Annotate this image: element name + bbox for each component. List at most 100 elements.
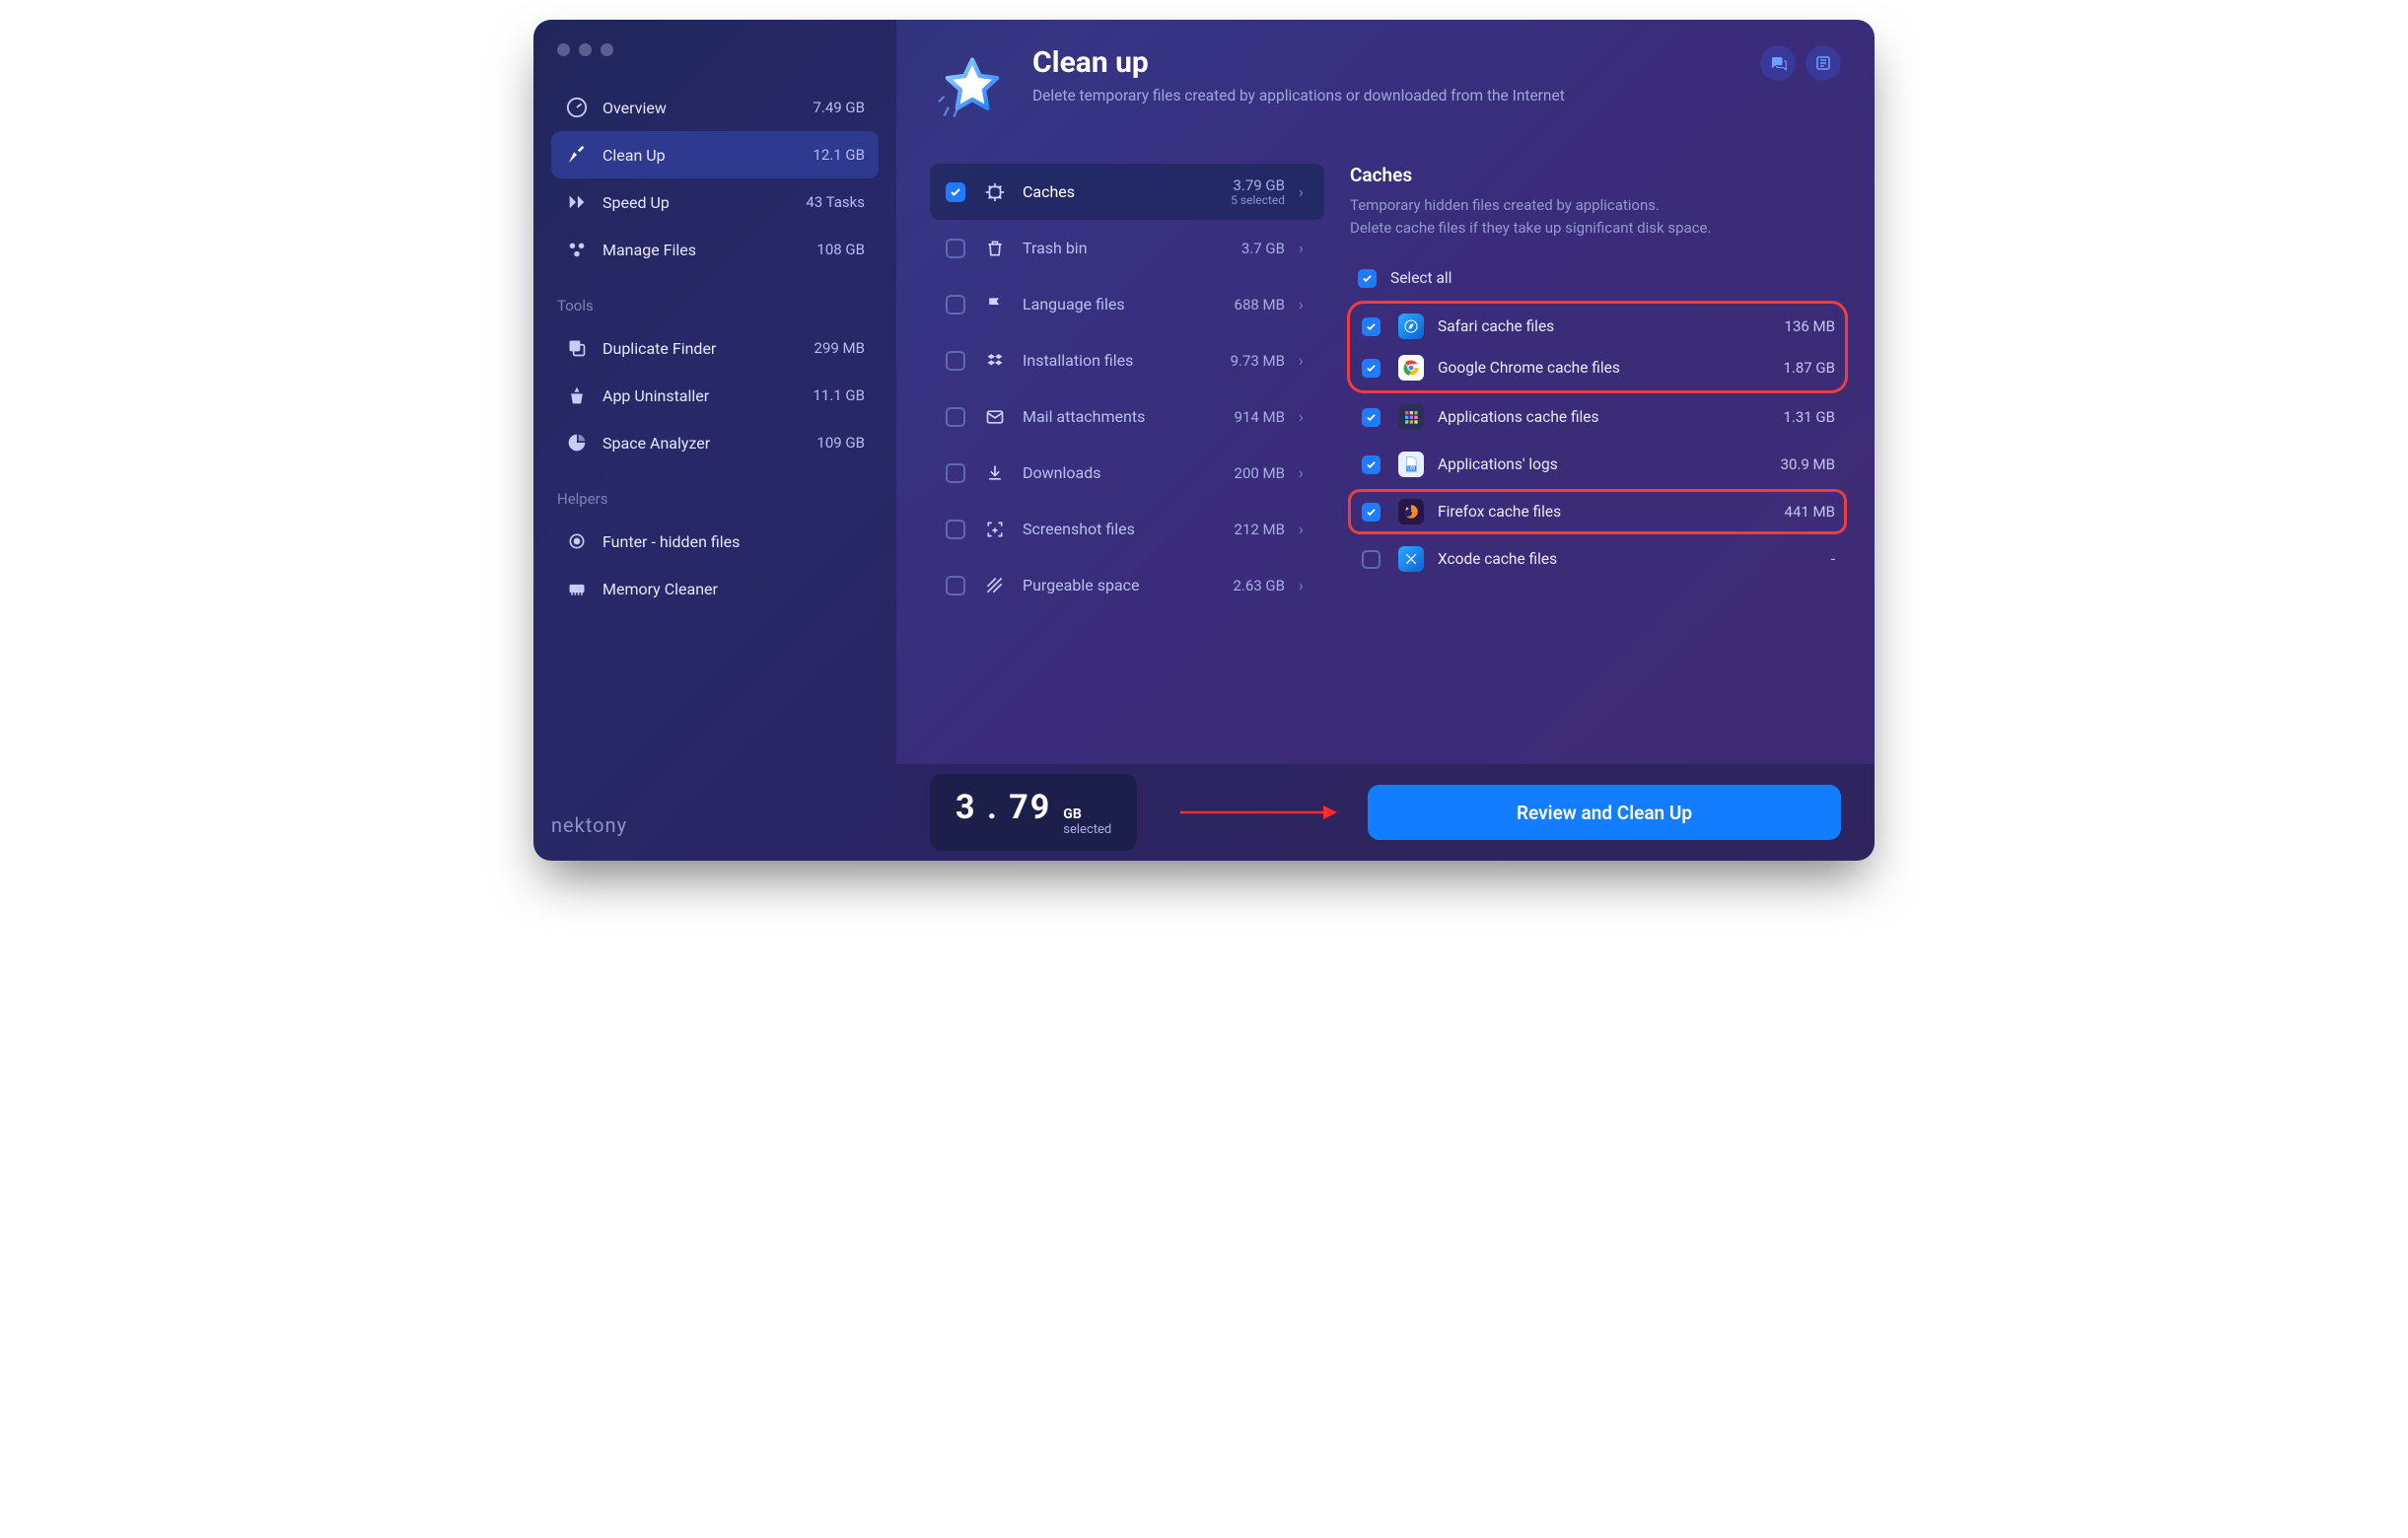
file-row-chrome[interactable]: Google Chrome cache files 1.87 GB	[1350, 347, 1845, 388]
detail-desc-line2: Delete cache files if they take up signi…	[1350, 217, 1845, 240]
traffic-minimize[interactable]	[579, 43, 592, 56]
sidebar-item-app-uninstaller[interactable]: App Uninstaller 11.1 GB	[551, 372, 879, 419]
category-label: Purgeable space	[1023, 576, 1140, 594]
flag-icon	[983, 293, 1007, 316]
traffic-zoom[interactable]	[601, 43, 613, 56]
chrome-icon	[1398, 355, 1424, 381]
checkbox[interactable]	[1362, 359, 1381, 378]
firefox-icon	[1398, 499, 1424, 524]
checkbox[interactable]	[946, 239, 965, 258]
category-screenshot[interactable]: Screenshot files 212 MB ›	[930, 501, 1324, 557]
category-installation[interactable]: Installation files 9.73 MB ›	[930, 332, 1324, 388]
sidebar-item-managefiles[interactable]: Manage Files 108 GB	[551, 226, 879, 273]
detail-pane: Caches Temporary hidden files created by…	[1350, 164, 1845, 764]
category-size: 688 MB	[1235, 296, 1285, 314]
category-caches[interactable]: Caches 3.79 GB5 selected ›	[930, 164, 1324, 220]
category-label: Caches	[1023, 182, 1075, 201]
news-button[interactable]	[1806, 45, 1841, 81]
category-size: 914 MB	[1235, 408, 1285, 426]
file-row-safari[interactable]: Safari cache files 136 MB	[1350, 306, 1845, 347]
footer: 3 . 79 GB selected Review and Clean Up	[896, 764, 1875, 861]
sidebar-label: Memory Cleaner	[602, 580, 718, 598]
file-row-xcode[interactable]: Xcode cache files -	[1350, 538, 1845, 580]
chevron-right-icon: ›	[1299, 295, 1309, 314]
sidebar-label: Speed Up	[602, 193, 670, 212]
safari-icon	[1398, 314, 1424, 339]
category-mail[interactable]: Mail attachments 914 MB ›	[930, 388, 1324, 445]
category-downloads[interactable]: Downloads 200 MB ›	[930, 445, 1324, 501]
chip-icon	[983, 180, 1007, 204]
sidebar-value: 43 Tasks	[806, 193, 865, 211]
category-purgeable[interactable]: Purgeable space 2.63 GB ›	[930, 557, 1324, 613]
page-header: Clean up Delete temporary files created …	[896, 20, 1875, 140]
category-trash[interactable]: Trash bin 3.7 GB ›	[930, 220, 1324, 276]
file-row-apps-logs[interactable]: LOG Applications' logs 30.9 MB	[1350, 444, 1845, 485]
sidebar-item-funter[interactable]: Funter - hidden files	[551, 518, 879, 565]
sidebar-item-overview[interactable]: Overview 7.49 GB	[551, 84, 879, 131]
file-size: 136 MB	[1785, 317, 1835, 335]
sidebar-item-speedup[interactable]: Speed Up 43 Tasks	[551, 178, 879, 226]
checkbox[interactable]	[946, 295, 965, 315]
checkbox[interactable]	[946, 520, 965, 539]
star-icon	[930, 45, 1015, 130]
target-icon	[565, 529, 589, 553]
checkbox[interactable]	[946, 351, 965, 371]
select-all-label: Select all	[1390, 269, 1452, 287]
file-name: Applications' logs	[1438, 455, 1558, 473]
checkbox[interactable]	[1362, 550, 1381, 569]
file-row-firefox[interactable]: Firefox cache files 441 MB	[1350, 491, 1845, 532]
chevron-right-icon: ›	[1299, 182, 1309, 201]
sidebar-item-cleanup[interactable]: Clean Up 12.1 GB	[551, 131, 879, 178]
checkbox[interactable]	[1362, 317, 1381, 336]
sidebar-item-space-analyzer[interactable]: Space Analyzer 109 GB	[551, 419, 879, 466]
category-label: Screenshot files	[1023, 520, 1135, 538]
file-name: Xcode cache files	[1438, 550, 1557, 568]
checkbox[interactable]	[1358, 269, 1377, 288]
checkbox[interactable]	[946, 463, 965, 483]
file-name: Firefox cache files	[1438, 503, 1561, 521]
checkbox[interactable]	[1362, 503, 1381, 522]
sidebar-label: Funter - hidden files	[602, 532, 740, 551]
trash-icon	[983, 237, 1007, 260]
checkbox[interactable]	[946, 407, 965, 427]
sidebar-value: 108 GB	[816, 241, 865, 258]
file-row-apps-cache[interactable]: Applications cache files 1.31 GB	[1350, 396, 1845, 438]
dropbox-icon	[983, 349, 1007, 373]
sidebar-label: Clean Up	[602, 146, 666, 165]
broom-icon	[565, 143, 589, 167]
checkbox[interactable]	[1362, 408, 1381, 427]
review-cleanup-button[interactable]: Review and Clean Up	[1368, 785, 1841, 840]
file-size: 1.31 GB	[1783, 408, 1835, 426]
detail-title: Caches	[1350, 164, 1845, 186]
chevron-right-icon: ›	[1299, 407, 1309, 426]
header-titles: Clean up Delete temporary files created …	[1032, 45, 1565, 105]
traffic-close[interactable]	[557, 43, 570, 56]
log-file-icon: LOG	[1398, 452, 1424, 477]
file-size: 1.87 GB	[1783, 359, 1835, 377]
chat-button[interactable]	[1760, 45, 1796, 81]
checkbox[interactable]	[1362, 455, 1381, 474]
page-title: Clean up	[1032, 45, 1565, 80]
svg-text:LOG: LOG	[1408, 467, 1416, 472]
sidebar-item-duplicate-finder[interactable]: Duplicate Finder 299 MB	[551, 324, 879, 372]
checkbox[interactable]	[946, 576, 965, 595]
file-size: 30.9 MB	[1781, 455, 1835, 473]
category-label: Language files	[1023, 295, 1125, 314]
sidebar-label: Duplicate Finder	[602, 339, 716, 358]
total-amount: 3 . 79	[956, 788, 1051, 827]
category-label: Downloads	[1023, 463, 1100, 482]
sidebar-value: 11.1 GB	[813, 386, 865, 404]
category-size: 200 MB	[1235, 464, 1285, 482]
download-icon	[983, 461, 1007, 485]
sidebar: Overview 7.49 GB Clean Up 12.1 GB Speed …	[533, 20, 896, 861]
button-label: Review and Clean Up	[1517, 802, 1692, 824]
category-language[interactable]: Language files 688 MB ›	[930, 276, 1324, 332]
checkbox[interactable]	[946, 182, 965, 202]
sidebar-item-memory-cleaner[interactable]: Memory Cleaner	[551, 565, 879, 612]
file-name: Safari cache files	[1438, 317, 1554, 335]
apps-grid-icon	[1398, 404, 1424, 430]
select-all-row[interactable]: Select all	[1350, 260, 1845, 296]
screenshot-icon	[983, 518, 1007, 541]
main-area: Clean up Delete temporary files created …	[896, 20, 1875, 861]
sidebar-label: Manage Files	[602, 241, 696, 259]
